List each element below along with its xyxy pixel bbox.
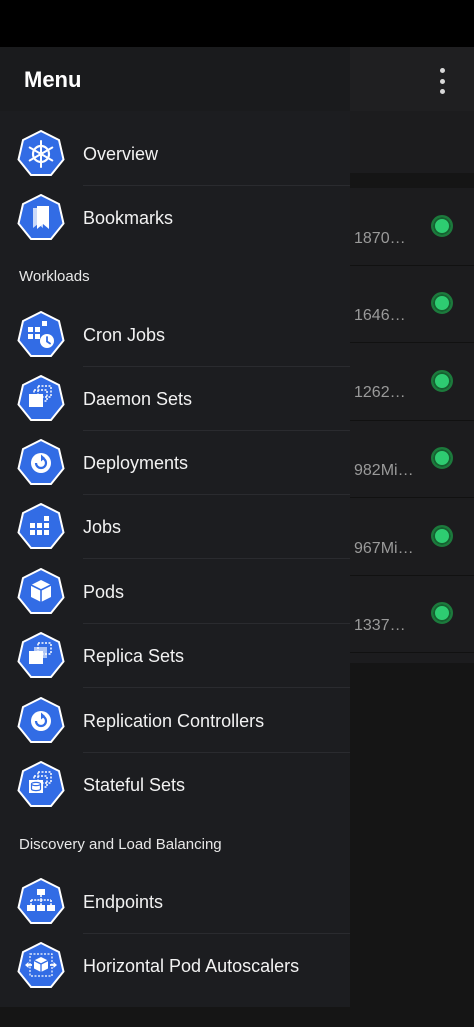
bookmarks-icon [17, 194, 65, 240]
drawer-title: Menu [24, 67, 82, 92]
status-dot-icon [431, 370, 453, 392]
menu-item-cron-jobs[interactable]: Cron Jobs [0, 303, 350, 367]
menu-item-daemon-sets[interactable]: Daemon Sets [0, 367, 350, 431]
cron-jobs-icon [17, 311, 65, 357]
menu-item-deployments[interactable]: Deployments [0, 431, 350, 495]
status-dot-icon [431, 215, 453, 237]
menu-item-label: Endpoints [83, 892, 164, 912]
pods-icon [17, 568, 65, 614]
more-options-icon[interactable] [432, 68, 452, 94]
section-title-discovery: Discovery and Load Balancing [19, 836, 222, 853]
jobs-icon [17, 503, 65, 549]
deployments-icon [17, 439, 65, 485]
divider [83, 558, 350, 559]
row-value: 967Mi… [354, 540, 414, 557]
hpa-icon [17, 942, 65, 988]
menu-item-label: Replica Sets [83, 646, 185, 666]
menu-item-label: Horizontal Pod Autoscalers [83, 956, 300, 976]
menu-item-label: Stateful Sets [83, 775, 186, 795]
menu-item-replica-sets[interactable]: Replica Sets [0, 624, 350, 688]
menu-item-endpoints[interactable]: Endpoints [0, 870, 350, 934]
menu-item-label: Overview [83, 144, 159, 164]
menu-item-stateful-sets[interactable]: Stateful Sets [0, 753, 350, 817]
status-dot-icon [431, 525, 453, 547]
menu-item-pods[interactable]: Pods [0, 560, 350, 624]
endpoints-icon [17, 878, 65, 924]
menu-item-label: Pods [83, 582, 125, 602]
row-value: 1337… [354, 617, 406, 634]
row-value: 982Mi… [354, 462, 414, 479]
navigation-drawer: Menu Overview Bookmarks Workloads Cron J… [0, 47, 350, 1007]
helm-wheel-icon [17, 130, 65, 176]
status-dot-icon [431, 602, 453, 624]
daemon-sets-icon [17, 375, 65, 421]
menu-item-overview[interactable]: Overview [0, 122, 350, 186]
menu-item-label: Deployments [83, 453, 189, 473]
status-dot-icon [431, 292, 453, 314]
row-value: 1262… [354, 384, 406, 401]
replication-controllers-icon [17, 697, 65, 743]
section-title-workloads: Workloads [19, 268, 90, 285]
menu-item-label: Bookmarks [83, 208, 174, 228]
status-bar [0, 0, 474, 47]
menu-item-replication-controllers[interactable]: Replication Controllers [0, 689, 350, 753]
menu-item-horizontal-pod-autoscalers[interactable]: Horizontal Pod Autoscalers [0, 934, 350, 998]
replica-sets-icon [17, 632, 65, 678]
menu-item-label: Cron Jobs [83, 325, 166, 345]
menu-item-label: Daemon Sets [83, 389, 193, 409]
menu-item-label: Jobs [83, 517, 122, 537]
drawer-header: Menu [0, 47, 350, 111]
menu-item-bookmarks[interactable]: Bookmarks [0, 186, 350, 250]
divider [83, 687, 350, 688]
stateful-sets-icon [17, 761, 65, 807]
row-value: 1646… [354, 307, 406, 324]
menu-item-label: Replication Controllers [83, 711, 265, 731]
row-value: 1870… [354, 230, 406, 247]
status-dot-icon [431, 447, 453, 469]
menu-item-jobs[interactable]: Jobs [0, 495, 350, 559]
